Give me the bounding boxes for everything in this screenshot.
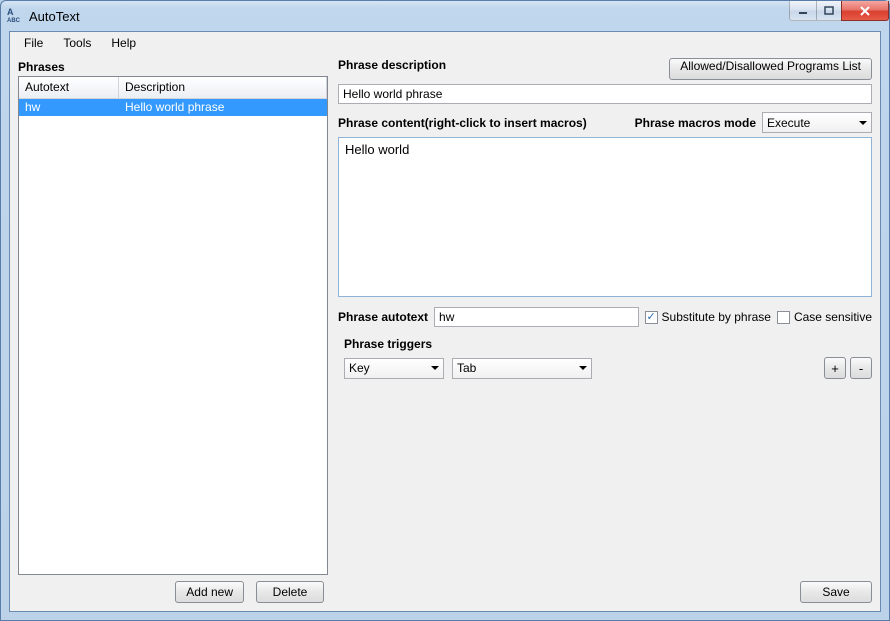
window-controls [790,1,889,21]
autotext-row: Phrase autotext Substitute by phrase Cas… [338,307,872,327]
trigger-key-dropdown[interactable]: Tab [452,358,592,379]
add-new-button[interactable]: Add new [175,581,244,603]
trigger-type-value: Key [349,361,370,375]
col-autotext[interactable]: Autotext [19,77,119,98]
phrase-description-label: Phrase description [338,58,446,72]
allowed-programs-button[interactable]: Allowed/Disallowed Programs List [669,58,872,80]
phrase-content-textarea[interactable] [338,137,872,297]
macros-mode-label: Phrase macros mode [635,116,756,130]
triggers-row: Key Tab + - [344,357,872,379]
menu-file[interactable]: File [14,33,53,53]
phrase-autotext-input[interactable] [434,307,639,327]
phrase-content-label: Phrase content(right-click to insert mac… [338,116,587,130]
cell-description: Hello world phrase [119,99,327,116]
minimize-button[interactable] [789,1,817,21]
table-body: hw Hello world phrase [19,99,327,574]
case-sensitive-checkbox[interactable]: Case sensitive [777,310,872,324]
minimize-icon [798,6,808,16]
titlebar[interactable]: AutoText [1,1,889,31]
table-header: Autotext Description [19,77,327,99]
remove-trigger-button[interactable]: - [850,357,872,379]
trigger-key-value: Tab [457,361,476,375]
table-row[interactable]: hw Hello world phrase [19,99,327,116]
delete-button[interactable]: Delete [256,581,324,603]
checkbox-icon [645,311,658,324]
trigger-buttons: + - [824,357,872,379]
right-top: Phrase description Allowed/Disallowed Pr… [338,58,872,80]
add-trigger-button[interactable]: + [824,357,846,379]
maximize-button[interactable] [816,1,842,21]
save-button[interactable]: Save [800,581,872,603]
macros-mode-dropdown[interactable]: Execute [762,112,872,133]
checkbox-icon [777,311,790,324]
save-row: Save [338,581,872,603]
macros-mode-group: Phrase macros mode Execute [635,112,872,133]
cell-autotext: hw [19,99,119,116]
phrase-description-input[interactable] [338,84,872,104]
right-panel: Phrase description Allowed/Disallowed Pr… [338,58,872,603]
trigger-type-dropdown[interactable]: Key [344,358,444,379]
menubar: File Tools Help [10,32,880,54]
phrases-label: Phrases [18,58,328,76]
app-icon [7,8,23,24]
left-panel: Phrases Autotext Description hw Hello wo… [18,58,328,603]
menu-help[interactable]: Help [101,33,146,53]
substitute-checkbox[interactable]: Substitute by phrase [645,310,771,324]
maximize-icon [824,6,834,16]
macros-mode-value: Execute [767,116,810,130]
close-icon [859,6,871,16]
triggers-section: Phrase triggers Key Tab + - [338,337,872,379]
triggers-label: Phrase triggers [344,337,872,351]
window-title: AutoText [29,9,80,24]
col-description[interactable]: Description [119,77,327,98]
content: Phrases Autotext Description hw Hello wo… [10,54,880,611]
menu-tools[interactable]: Tools [53,33,101,53]
window-frame: AutoText File Tools Help Phrases [0,0,890,621]
left-buttons: Add new Delete [18,575,328,603]
phrases-table: Autotext Description hw Hello world phra… [18,76,328,575]
substitute-label: Substitute by phrase [662,310,771,324]
phrase-autotext-label: Phrase autotext [338,310,428,324]
case-sensitive-label: Case sensitive [794,310,872,324]
content-header-row: Phrase content(right-click to insert mac… [338,112,872,133]
client-area: File Tools Help Phrases Autotext Descrip… [9,31,881,612]
close-button[interactable] [841,1,889,21]
